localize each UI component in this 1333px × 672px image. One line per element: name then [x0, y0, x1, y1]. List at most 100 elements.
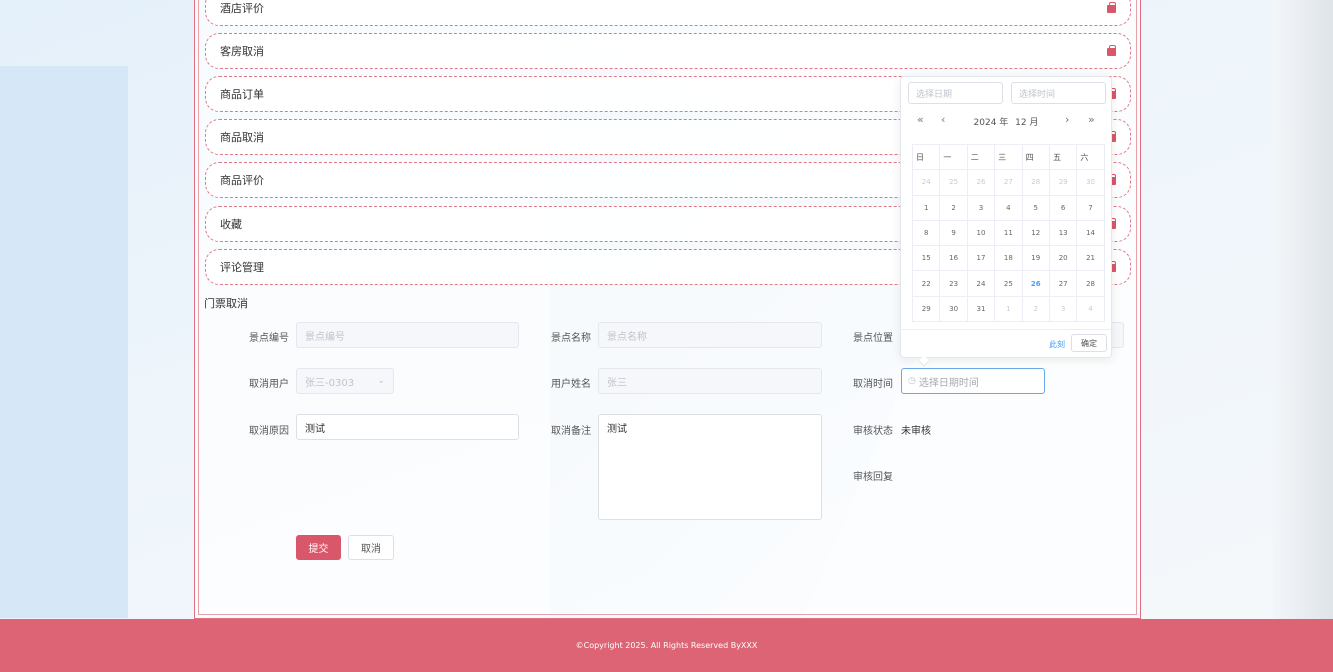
calendar-week-row: 29 30 31 1 2 3 4	[911, 295, 1105, 323]
calendar-day-cell[interactable]: 27	[994, 169, 1023, 196]
menu-item-label: 评论管理	[220, 261, 264, 274]
review-status-label: 审核状态	[853, 426, 893, 437]
review-reply-label: 审核回复	[853, 472, 893, 483]
calendar-day-cell[interactable]: 7	[1076, 194, 1105, 221]
calendar-day-cell[interactable]: 9	[939, 219, 968, 247]
picker-footer: 此刻 确定	[901, 329, 1111, 357]
weekday-label: 六	[1076, 143, 1105, 171]
calendar-day-cell[interactable]: 26	[1021, 270, 1050, 297]
weekday-label: 二	[966, 143, 996, 171]
calendar-day-cell[interactable]: 25	[994, 270, 1023, 297]
calendar-day-cell[interactable]: 24	[966, 270, 996, 297]
menu-item-label: 商品评价	[220, 174, 264, 187]
menu-item-room-cancel[interactable]: 客房取消	[205, 33, 1131, 69]
calendar-day-cell[interactable]: 11	[994, 219, 1023, 247]
picker-date-input[interactable]: 选择日期	[908, 82, 1003, 104]
calendar-day-cell[interactable]: 27	[1048, 270, 1078, 297]
calendar-day-cell[interactable]: 13	[1048, 219, 1078, 247]
weekday-label: 日	[911, 143, 941, 171]
copyright-text: ©Copyright 2025. All Rights Reserved ByX…	[575, 641, 758, 650]
menu-item-label: 收藏	[220, 218, 242, 231]
calendar-week-row: 24 25 26 27 28 29 30	[911, 169, 1105, 196]
calendar-week-row: 22 23 24 25 26 27 28	[911, 270, 1105, 297]
clock-icon: ◷	[908, 376, 916, 386]
user-name-label: 用户姓名	[551, 379, 591, 390]
weekday-label: 五	[1048, 143, 1078, 171]
cancel-user-select[interactable]: 张三-0303 ⌄	[296, 368, 394, 394]
bag-icon	[1107, 45, 1116, 56]
footer: ©Copyright 2025. All Rights Reserved ByX…	[0, 619, 1333, 672]
spot-name-input[interactable]: 景点名称	[598, 322, 822, 348]
calendar-day-cell[interactable]: 10	[966, 219, 996, 247]
calendar-day-cell[interactable]: 3	[966, 194, 996, 221]
datetime-picker-popup: 选择日期 选择时间 « ‹ 2024 年 12 月 › » 日 一 二 三 四 …	[900, 76, 1112, 358]
weekday-row: 日 一 二 三 四 五 六	[911, 143, 1105, 171]
menu-item-label: 商品取消	[220, 131, 264, 144]
now-button[interactable]: 此刻	[1049, 339, 1065, 350]
calendar-day-cell[interactable]: 4	[994, 194, 1023, 221]
calendar-day-cell[interactable]: 20	[1048, 245, 1078, 272]
calendar-day-cell[interactable]: 30	[1076, 169, 1105, 196]
cancel-reason-label: 取消原因	[249, 426, 289, 437]
calendar-day-cell[interactable]: 24	[911, 169, 941, 196]
cancel-time-label: 取消时间	[853, 379, 893, 390]
calendar-day-cell[interactable]: 2	[939, 194, 968, 221]
calendar-day-cell[interactable]: 25	[939, 169, 968, 196]
picker-year-label[interactable]: 2024 年	[974, 118, 1009, 128]
spot-location-label: 景点位置	[853, 333, 893, 344]
cancel-user-label: 取消用户	[249, 379, 289, 390]
calendar-day-cell[interactable]: 26	[966, 169, 996, 196]
calendar-day-cell[interactable]: 1	[911, 194, 941, 221]
cancel-note-label: 取消备注	[551, 426, 591, 437]
form-title: 门票取消	[204, 297, 248, 310]
cancel-button[interactable]: 取消	[348, 535, 394, 560]
calendar-day-cell[interactable]: 17	[966, 245, 996, 272]
menu-item-hotel-review[interactable]: 酒店评价	[205, 0, 1131, 26]
calendar-day-cell[interactable]: 16	[939, 245, 968, 272]
confirm-button[interactable]: 确定	[1071, 334, 1107, 352]
calendar-day-cell[interactable]: 31	[966, 295, 996, 323]
menu-item-label: 客房取消	[220, 45, 264, 58]
spot-name-label: 景点名称	[551, 333, 591, 344]
spot-code-input[interactable]: 景点编号	[296, 322, 519, 348]
menu-item-label: 酒店评价	[220, 2, 264, 15]
calendar-day-cell[interactable]: 5	[1021, 194, 1050, 221]
chevron-down-icon: ⌄	[377, 376, 385, 386]
cancel-note-textarea[interactable]: 测试	[598, 414, 822, 520]
calendar-week-row: 1234567	[911, 194, 1105, 221]
calendar-day-cell[interactable]: 28	[1021, 169, 1050, 196]
calendar-day-cell[interactable]: 3	[1048, 295, 1078, 323]
next-month-button[interactable]: ›	[1065, 113, 1069, 126]
picker-month-label[interactable]: 12 月	[1015, 118, 1038, 128]
calendar-day-cell[interactable]: 1	[994, 295, 1023, 323]
submit-button[interactable]: 提交	[296, 535, 341, 560]
calendar-day-cell[interactable]: 28	[1076, 270, 1105, 297]
calendar-day-cell[interactable]: 12	[1021, 219, 1050, 247]
picker-header: « ‹ 2024 年 12 月 › »	[901, 113, 1111, 133]
picker-time-input[interactable]: 选择时间	[1011, 82, 1106, 104]
calendar-day-cell[interactable]: 21	[1076, 245, 1105, 272]
calendar-day-cell[interactable]: 2	[1021, 295, 1050, 323]
next-year-button[interactable]: »	[1088, 113, 1095, 126]
calendar-day-cell[interactable]: 22	[911, 270, 941, 297]
user-name-input[interactable]: 张三	[598, 368, 822, 394]
calendar-day-cell[interactable]: 23	[939, 270, 968, 297]
review-status-value: 未审核	[901, 426, 931, 437]
spot-code-label: 景点编号	[249, 333, 289, 344]
calendar-day-cell[interactable]: 15	[911, 245, 941, 272]
calendar-day-cell[interactable]: 29	[911, 295, 941, 323]
calendar-day-cell[interactable]: 8	[911, 219, 941, 247]
calendar-grid: 日 一 二 三 四 五 六 24 25 26 27 28 29 30 1 2 3 4 5 6 7 8 9 10 1…	[911, 143, 1105, 323]
cancel-reason-input[interactable]: 测试	[296, 414, 519, 440]
calendar-day-cell[interactable]: 18	[994, 245, 1023, 272]
weekday-label: 三	[994, 143, 1023, 171]
calendar-week-row: 15 16 17 18 19 20 21	[911, 245, 1105, 272]
cancel-time-input[interactable]: ◷ 选择日期时间	[901, 368, 1045, 394]
weekday-label: 四	[1021, 143, 1050, 171]
calendar-day-cell[interactable]: 6	[1048, 194, 1078, 221]
calendar-day-cell[interactable]: 19	[1021, 245, 1050, 272]
calendar-day-cell[interactable]: 14	[1076, 219, 1105, 247]
calendar-day-cell[interactable]: 4	[1076, 295, 1105, 323]
calendar-day-cell[interactable]: 30	[939, 295, 968, 323]
calendar-day-cell[interactable]: 29	[1048, 169, 1078, 196]
